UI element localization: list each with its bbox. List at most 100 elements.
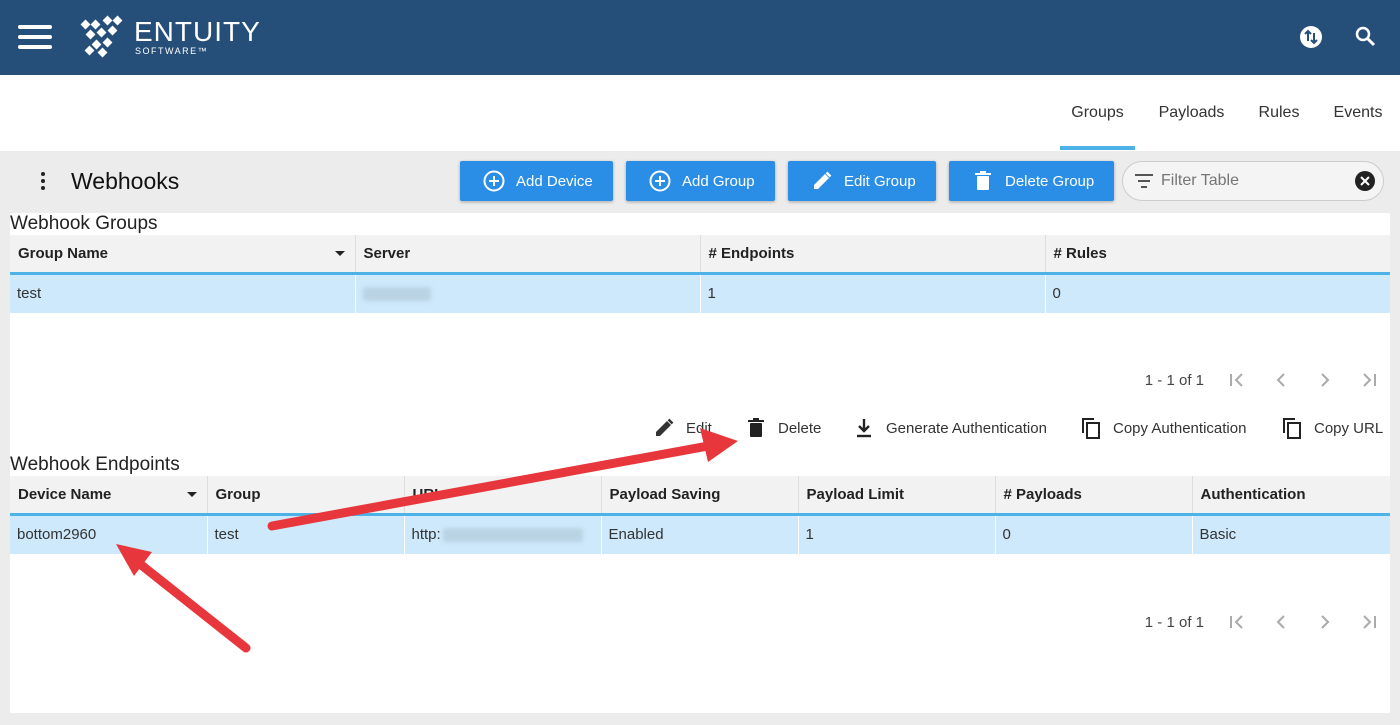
clear-icon[interactable] <box>1355 171 1375 191</box>
page-title: Webhooks <box>71 168 180 194</box>
webhook-groups-title: Webhook Groups <box>10 213 158 234</box>
last-page-icon[interactable] <box>1358 611 1380 633</box>
edit-action[interactable]: Edit <box>652 416 712 440</box>
cell-server <box>355 273 701 313</box>
add-circle-icon <box>483 170 505 192</box>
trash-icon <box>975 171 991 190</box>
copy-authentication-label: Copy Authentication <box>1113 419 1247 437</box>
transfer-icon[interactable] <box>1299 25 1323 49</box>
download-icon <box>857 419 871 438</box>
cell-device-name: bottom2960 <box>10 514 208 554</box>
column-label: Payload Saving <box>609 485 721 503</box>
filter-input[interactable] <box>1161 172 1341 190</box>
column-header-payloads[interactable]: # Payloads <box>995 476 1193 516</box>
column-header-endpoints[interactable]: # Endpoints <box>700 235 1046 275</box>
menu-icon[interactable] <box>18 25 52 49</box>
next-page-icon[interactable] <box>1314 611 1336 633</box>
column-label: # Rules <box>1053 244 1107 262</box>
column-header-authentication[interactable]: Authentication <box>1192 476 1390 516</box>
pagination-range: 1 - 1 of 1 <box>1144 613 1204 631</box>
pencil-icon <box>656 418 674 436</box>
webhook-endpoints-table: Device Name Group URL Payload Saving Pay… <box>10 476 1390 554</box>
webhook-groups-table: Group Name Server # Endpoints # Rules te… <box>10 235 1390 313</box>
column-header-rules[interactable]: # Rules <box>1045 235 1390 275</box>
column-header-group[interactable]: Group <box>207 476 405 516</box>
section-tabs: Groups Payloads Rules Events <box>0 75 1400 151</box>
tab-events[interactable]: Events <box>1326 75 1390 151</box>
groups-pagination: 1 - 1 of 1 <box>1145 369 1380 391</box>
column-label: Device Name <box>18 485 112 503</box>
previous-page-icon[interactable] <box>1270 369 1292 391</box>
column-label: Group Name <box>18 244 109 262</box>
webhook-endpoints-title: Webhook Endpoints <box>10 454 180 475</box>
column-label: URL <box>412 485 444 503</box>
last-page-icon[interactable] <box>1358 369 1380 391</box>
column-header-group-name[interactable]: Group Name <box>10 235 356 275</box>
pencil-icon <box>814 171 832 189</box>
generate-authentication-label: Generate Authentication <box>886 419 1047 437</box>
endpoints-pagination: 1 - 1 of 1 <box>1145 611 1380 633</box>
first-page-icon[interactable] <box>1226 611 1248 633</box>
cell-group-name: test <box>10 273 356 313</box>
cell-payload-saving: Enabled <box>601 514 799 554</box>
delete-group-button[interactable]: Delete Group <box>949 161 1114 201</box>
trash-icon <box>748 418 764 437</box>
add-group-button[interactable]: Add Group <box>626 161 775 201</box>
column-label: Payload Limit <box>806 485 905 503</box>
column-header-server[interactable]: Server <box>355 235 701 275</box>
url-prefix: http: <box>411 526 441 544</box>
cell-payloads: 0 <box>995 514 1193 554</box>
tab-rules[interactable]: Rules <box>1251 75 1307 151</box>
column-header-url[interactable]: URL <box>404 476 602 516</box>
add-device-button[interactable]: Add Device <box>460 161 613 201</box>
column-header-device-name[interactable]: Device Name <box>10 476 208 516</box>
column-label: # Payloads <box>1003 485 1082 503</box>
redacted-url <box>442 528 583 543</box>
delete-action-label: Delete <box>778 419 822 437</box>
cell-rules: 0 <box>1045 273 1390 313</box>
sort-caret-icon[interactable] <box>186 492 197 497</box>
redacted-server <box>362 287 431 302</box>
more-options-icon[interactable] <box>41 172 45 190</box>
table-header-row: Device Name Group URL Payload Saving Pay… <box>10 476 1390 516</box>
cell-payload-limit: 1 <box>798 514 996 554</box>
add-device-label: Add Device <box>516 172 593 190</box>
column-header-payload-saving[interactable]: Payload Saving <box>601 476 799 516</box>
tab-payloads[interactable]: Payloads <box>1150 75 1233 151</box>
cell-endpoints: 1 <box>700 273 1046 313</box>
filter-icon <box>1135 174 1153 188</box>
cell-group: test <box>207 514 405 554</box>
table-header-row: Group Name Server # Endpoints # Rules <box>10 235 1390 275</box>
delete-group-label: Delete Group <box>1005 172 1095 190</box>
filter-table <box>1122 161 1384 201</box>
generate-authentication-action[interactable]: Generate Authentication <box>852 416 1047 440</box>
first-page-icon[interactable] <box>1226 369 1248 391</box>
entuity-logo: ENTUITY SOFTWARE™ <box>78 14 261 60</box>
copy-icon <box>1283 418 1301 439</box>
column-label: # Endpoints <box>708 244 795 262</box>
delete-action[interactable]: Delete <box>744 416 821 440</box>
brand-subtitle: SOFTWARE™ <box>135 46 209 56</box>
sort-caret-icon[interactable] <box>334 251 345 256</box>
next-page-icon[interactable] <box>1314 369 1336 391</box>
brand-name: ENTUITY <box>134 16 261 47</box>
app-header: ENTUITY SOFTWARE™ <box>0 0 1400 75</box>
add-circle-icon <box>649 170 671 192</box>
table-row[interactable]: test 1 0 <box>10 273 1390 313</box>
column-header-payload-limit[interactable]: Payload Limit <box>798 476 996 516</box>
entuity-logo-mark <box>80 15 123 58</box>
table-row[interactable]: bottom2960 test http: Enabled 1 0 Basic <box>10 514 1390 554</box>
copy-url-label: Copy URL <box>1314 419 1384 437</box>
previous-page-icon[interactable] <box>1270 611 1292 633</box>
edit-group-button[interactable]: Edit Group <box>788 161 936 201</box>
tab-groups[interactable]: Groups <box>1060 75 1135 151</box>
column-label: Server <box>363 244 411 262</box>
copy-authentication-action[interactable]: Copy Authentication <box>1079 416 1246 440</box>
search-icon[interactable] <box>1354 25 1378 49</box>
pagination-range: 1 - 1 of 1 <box>1144 371 1204 389</box>
edit-action-label: Edit <box>686 419 712 437</box>
column-label: Group <box>215 485 261 503</box>
cell-authentication: Basic <box>1192 514 1390 554</box>
copy-url-action[interactable]: Copy URL <box>1280 416 1383 440</box>
copy-icon <box>1082 418 1100 439</box>
